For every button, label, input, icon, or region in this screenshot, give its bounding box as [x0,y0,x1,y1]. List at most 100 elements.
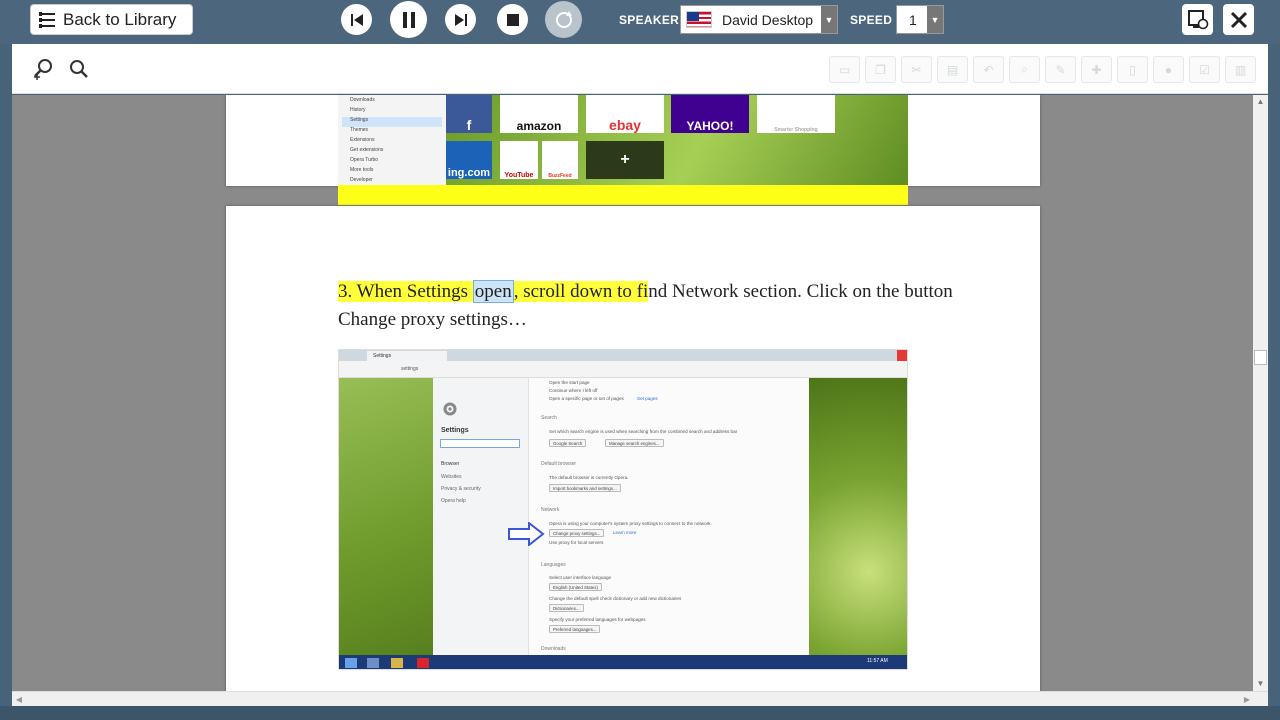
opera-icon [417,658,429,668]
section-heading: Downloads [541,646,566,652]
scroll-up-icon[interactable]: ▲ [1253,95,1268,109]
settings-row: Opera is using your computer's system pr… [549,521,712,526]
repeat-icon [555,10,572,28]
gear-icon [443,402,457,416]
speed-dial-tiles: f amazon ebay YAHOO! Smarter Shopping in… [446,95,908,185]
settings-row: The default browser is currently Opera. [549,475,629,480]
player-bar: Back to Library SPEAKER David Desktop ▼ … [0,0,1280,44]
speed-select[interactable]: 1 ▼ [896,5,944,34]
menu-item: History [350,107,366,113]
settings-tab: Settings [367,351,447,361]
screen-mask-button[interactable] [1182,4,1213,35]
menu-item: More tools [350,167,374,173]
document-page: 3. When Settings open, scroll down to fi… [226,206,1040,691]
document-viewer[interactable]: Downloads History Settings Themes Extensions… [12,95,1253,691]
check-icon[interactable]: ☑ [1189,56,1220,83]
back-to-library-button[interactable]: Back to Library [30,4,193,35]
facebook-tile: f [446,95,492,133]
settings-button: Dictionaries... [549,604,584,612]
section-heading: Network [541,507,560,513]
zoom-in-button[interactable] [30,56,56,82]
us-flag-icon [686,11,712,28]
speed-value: 1 [909,11,917,28]
nav-browser: Browser [441,461,460,467]
menu-item: Extensions [350,137,375,143]
scroll-right-icon[interactable]: ▶ [1240,692,1254,707]
user-icon[interactable]: ● [1153,56,1184,83]
section-heading: Default browser [541,461,577,467]
speaker-label: SPEAKER [619,13,680,27]
list-icon [39,11,55,28]
nav-privacy: Privacy & security [441,486,481,492]
settings-button: Preferred languages... [549,625,601,633]
trash-icon[interactable]: ▥ [1225,56,1256,83]
stop-icon [506,13,519,26]
document-page: Downloads History Settings Themes Extensions… [226,95,1040,205]
menu-item: Themes [350,127,369,133]
copy-icon[interactable]: ❐ [865,56,896,83]
speed-label: SPEED [850,13,893,27]
home-icon [367,658,379,668]
zoom-out-button[interactable] [65,56,91,82]
youtube-tile: YouTube [500,141,538,179]
skip-previous-icon [350,13,363,26]
nav-help: Opera help [441,498,466,504]
next-button[interactable] [445,4,476,35]
document-icon[interactable]: ▯ [1117,56,1148,83]
windows-taskbar: 11:57 AM [339,655,907,669]
highlight-icon[interactable]: ✎ [1045,56,1076,83]
current-word: open [472,280,514,303]
menu-item: Settings [342,117,442,127]
previous-button[interactable] [341,4,372,35]
set-pages-link: Set pages [637,396,658,401]
search-icon[interactable]: ⌕ [1009,56,1040,83]
settings-heading: Settings [441,427,469,434]
settings-button: Import bookmarks and settings... [549,484,621,492]
voice-select[interactable]: David Desktop ▼ [680,5,838,34]
pause-button[interactable] [390,1,427,38]
settings-button: English (United States) [549,583,602,591]
clock: 11:57 AM [867,658,888,664]
section-heading: Languages [541,562,566,568]
cut-icon[interactable]: ✂ [901,56,932,83]
voice-value: David Desktop [722,11,814,28]
settings-row: Specify your preferred languages for web… [549,617,646,622]
undo-icon[interactable]: ↶ [973,56,1004,83]
repeat-button[interactable] [545,1,582,38]
nav-websites: Websites [441,474,462,480]
vertical-scrollbar[interactable]: ▲ ▼ [1253,95,1268,691]
wallpaper-right [809,378,907,655]
settings-row: Select user interface language [549,575,612,580]
add-note-icon[interactable]: ✚ [1081,56,1112,83]
amazon-tile: amazon [500,95,578,133]
window-bottom-edge [0,706,1280,720]
paste-icon[interactable]: ▤ [937,56,968,83]
settings-row: Set which search engine is used when sea… [549,429,738,434]
wallpaper-left [339,378,433,655]
settings-row: Open a specific page or set of pages [549,396,624,401]
horizontal-scrollbar[interactable]: ◀ ▶ [12,691,1268,706]
back-to-library-label: Back to Library [63,9,177,29]
zoom-out-icon [70,60,88,78]
tools-icon [1230,11,1247,28]
yahoo-tile: YAHOO! [671,95,749,133]
save-icon[interactable]: ▭ [829,56,860,83]
booking-tile: ing.com [446,141,492,179]
browser-tab-bar: Settings [339,350,907,361]
settings-row: Open the start page [549,380,590,385]
zoom-in-icon [34,59,52,80]
scroll-thumb[interactable] [1254,350,1267,365]
menu-item: Developer [350,177,373,183]
monitor-settings-icon [1187,9,1208,29]
scroll-down-icon[interactable]: ▼ [1253,677,1268,691]
opera-menu: Downloads History Settings Themes Extensions… [338,95,446,185]
step-3-text[interactable]: 3. When Settings open, scroll down to fi… [338,278,978,334]
scroll-left-icon[interactable]: ◀ [12,692,26,707]
screenshot-opera-settings: Settings settings Settings Browser Websi… [338,349,908,670]
section-heading: Search [541,415,557,421]
menu-item: Get extensions [350,147,384,153]
settings-button: Change proxy settings... [549,529,605,537]
tools-button[interactable] [1223,4,1254,35]
chevron-down-icon: ▼ [821,6,837,33]
stop-button[interactable] [497,4,528,35]
